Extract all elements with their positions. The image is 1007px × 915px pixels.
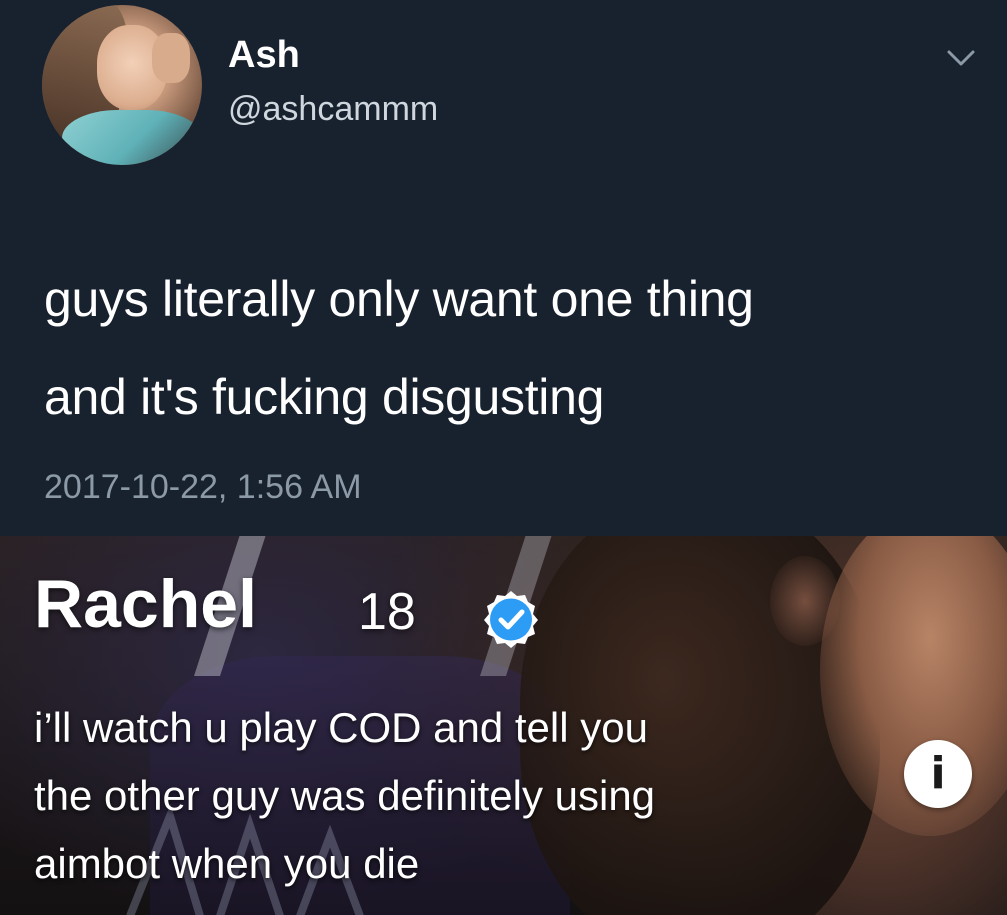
profile-photo-ear	[770, 556, 840, 646]
tweet-text: guys literally only want one thing and i…	[44, 250, 984, 446]
profile-bio: i’ll watch u play COD and tell you the o…	[34, 694, 894, 898]
bio-line: the other guy was definitely using	[34, 772, 656, 819]
info-icon-glyph: i	[930, 748, 946, 799]
tweet-text-line: and it's fucking disgusting	[44, 369, 605, 425]
profile-avatar[interactable]	[42, 5, 202, 165]
profile-name: Rachel	[34, 566, 257, 642]
bio-line: aimbot when you die	[34, 840, 420, 887]
dating-profile-card[interactable]: Rachel 18 i’ll watch u play COD and tell…	[0, 536, 1007, 915]
info-icon[interactable]: i	[904, 740, 972, 808]
chevron-down-icon[interactable]	[944, 40, 978, 74]
verified-badge-icon	[484, 591, 538, 648]
author-display-name[interactable]: Ash	[228, 36, 300, 74]
author-handle[interactable]: @ashcammm	[228, 92, 438, 126]
profile-age: 18	[358, 583, 416, 641]
bio-line: i’ll watch u play COD and tell you	[34, 704, 648, 751]
tweet-text-line: guys literally only want one thing	[44, 271, 754, 327]
tweet-timestamp: 2017-10-22, 1:56 AM	[44, 468, 362, 506]
screenshot-composite: Ash @ashcammm guys literally only want o…	[0, 0, 1007, 915]
tweet-card: Ash @ashcammm guys literally only want o…	[0, 0, 1007, 536]
